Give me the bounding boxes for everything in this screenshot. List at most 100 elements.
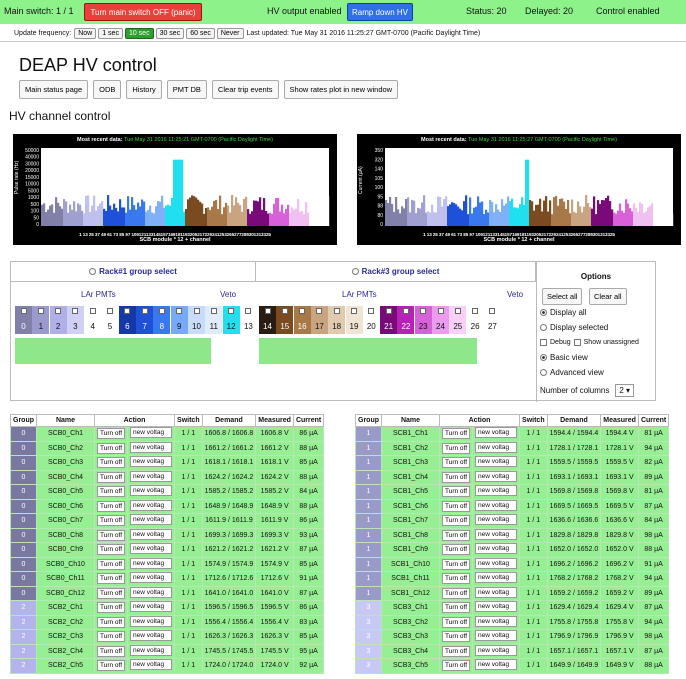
group-cell[interactable]: 19 — [345, 306, 363, 334]
turn-off-button[interactable]: Turn off — [97, 457, 126, 469]
group-checkbox[interactable] — [351, 308, 357, 314]
new-voltage-input[interactable]: new voltag — [475, 543, 518, 555]
freq-option[interactable]: 60 sec — [186, 28, 215, 39]
panic-button[interactable]: Turn main switch OFF (panic) — [84, 3, 202, 21]
new-voltage-input[interactable]: new voltag — [475, 499, 518, 511]
turn-off-button[interactable]: Turn off — [442, 457, 471, 469]
turn-off-button[interactable]: Turn off — [442, 558, 471, 570]
turn-off-button[interactable]: Turn off — [97, 442, 126, 454]
group-cell[interactable]: 15 — [276, 306, 294, 334]
group-cell[interactable]: 27 — [483, 306, 501, 334]
rack1-header[interactable]: Rack#1 group select — [11, 262, 256, 282]
new-voltage-input[interactable]: new voltag — [130, 456, 173, 468]
group-cell[interactable]: 24 — [432, 306, 449, 334]
freq-option[interactable]: 10 sec — [124, 28, 154, 39]
group-checkbox[interactable] — [55, 308, 62, 314]
group-checkbox[interactable] — [264, 308, 271, 314]
new-voltage-input[interactable]: new voltag — [130, 470, 173, 482]
new-voltage-input[interactable]: new voltag — [475, 427, 518, 439]
group-checkbox[interactable] — [454, 308, 461, 314]
new-voltage-input[interactable]: new voltag — [475, 644, 518, 656]
ramp-down-button[interactable]: Ramp down HV — [347, 3, 413, 21]
turn-off-button[interactable]: Turn off — [97, 500, 126, 512]
group-cell[interactable]: 4 — [84, 306, 102, 334]
turn-off-button[interactable]: Turn off — [97, 616, 126, 628]
group-checkbox[interactable] — [107, 308, 113, 314]
group-checkbox[interactable] — [228, 308, 235, 314]
group-checkbox[interactable] — [299, 308, 306, 314]
new-voltage-input[interactable]: new voltag — [475, 630, 518, 642]
group-checkbox[interactable] — [141, 308, 148, 314]
group-checkbox[interactable] — [420, 308, 427, 314]
group-cell[interactable]: 12 — [222, 306, 240, 334]
new-voltage-input[interactable]: new voltag — [475, 572, 518, 584]
new-voltage-input[interactable]: new voltag — [130, 514, 173, 526]
turn-off-button[interactable]: Turn off — [442, 428, 471, 440]
group-checkbox[interactable] — [20, 308, 27, 314]
group-checkbox[interactable] — [210, 308, 217, 314]
turn-off-button[interactable]: Turn off — [97, 558, 126, 570]
freq-option[interactable]: Now — [74, 28, 97, 39]
rack3-radio[interactable] — [351, 268, 359, 275]
group-checkbox[interactable] — [316, 308, 323, 314]
group-cell[interactable]: 18 — [328, 306, 346, 334]
group-cell[interactable]: 17 — [310, 306, 328, 334]
display-all-option[interactable]: Display all — [540, 308, 586, 317]
group-checkbox[interactable] — [176, 308, 183, 314]
display-all-radio[interactable] — [540, 309, 547, 316]
group-checkbox[interactable] — [37, 308, 44, 314]
turn-off-button[interactable]: Turn off — [97, 515, 126, 527]
group-cell[interactable]: 23 — [414, 306, 432, 334]
nav-button[interactable]: History — [126, 80, 162, 99]
group-cell[interactable]: 14 — [259, 306, 276, 334]
group-cell[interactable]: 6 — [118, 306, 136, 334]
turn-off-button[interactable]: Turn off — [97, 660, 126, 672]
turn-off-button[interactable]: Turn off — [442, 616, 471, 628]
turn-off-button[interactable]: Turn off — [97, 486, 126, 498]
turn-off-button[interactable]: Turn off — [97, 645, 126, 657]
basic-view-radio[interactable] — [540, 354, 547, 361]
group-cell[interactable]: 5 — [101, 306, 119, 334]
turn-off-button[interactable]: Turn off — [442, 587, 471, 599]
group-checkbox[interactable] — [89, 308, 96, 314]
group-checkbox[interactable] — [437, 308, 444, 314]
new-voltage-input[interactable]: new voltag — [475, 615, 518, 627]
turn-off-button[interactable]: Turn off — [442, 602, 471, 614]
group-cell[interactable]: 3 — [66, 306, 84, 334]
new-voltage-input[interactable]: new voltag — [475, 586, 518, 598]
nav-button[interactable]: PMT DB — [166, 80, 207, 99]
turn-off-button[interactable]: Turn off — [442, 573, 471, 585]
freq-option[interactable]: Never — [216, 28, 244, 39]
new-voltage-input[interactable]: new voltag — [130, 427, 173, 439]
turn-off-button[interactable]: Turn off — [442, 442, 471, 454]
group-cell[interactable]: 16 — [293, 306, 311, 334]
group-checkbox[interactable] — [245, 308, 252, 314]
new-voltage-input[interactable]: new voltag — [130, 659, 173, 671]
new-voltage-input[interactable]: new voltag — [130, 644, 173, 656]
rack3-header[interactable]: Rack#3 group select — [256, 262, 536, 282]
turn-off-button[interactable]: Turn off — [442, 515, 471, 527]
turn-off-button[interactable]: Turn off — [442, 529, 471, 541]
turn-off-button[interactable]: Turn off — [97, 573, 126, 585]
new-voltage-input[interactable]: new voltag — [130, 601, 173, 613]
turn-off-button[interactable]: Turn off — [97, 471, 126, 483]
new-voltage-input[interactable]: new voltag — [130, 441, 173, 453]
turn-off-button[interactable]: Turn off — [442, 471, 471, 483]
freq-option[interactable]: 30 sec — [155, 28, 185, 39]
group-checkbox[interactable] — [368, 308, 375, 314]
turn-off-button[interactable]: Turn off — [97, 544, 126, 556]
select-all-button[interactable]: Select all — [542, 288, 583, 305]
show-unassigned-checkbox[interactable] — [573, 339, 581, 346]
display-selected-radio[interactable] — [540, 324, 547, 331]
turn-off-button[interactable]: Turn off — [442, 486, 471, 498]
advanced-view-radio[interactable] — [540, 369, 547, 376]
group-cell[interactable]: 9 — [170, 306, 188, 334]
group-cell[interactable]: 2 — [49, 306, 67, 334]
new-voltage-input[interactable]: new voltag — [475, 514, 518, 526]
turn-off-button[interactable]: Turn off — [442, 631, 471, 643]
group-checkbox[interactable] — [402, 308, 409, 314]
group-cell[interactable]: 1 — [32, 306, 50, 334]
group-checkbox[interactable] — [124, 308, 131, 314]
turn-off-button[interactable]: Turn off — [442, 544, 471, 556]
debug-checkbox[interactable] — [540, 339, 547, 346]
